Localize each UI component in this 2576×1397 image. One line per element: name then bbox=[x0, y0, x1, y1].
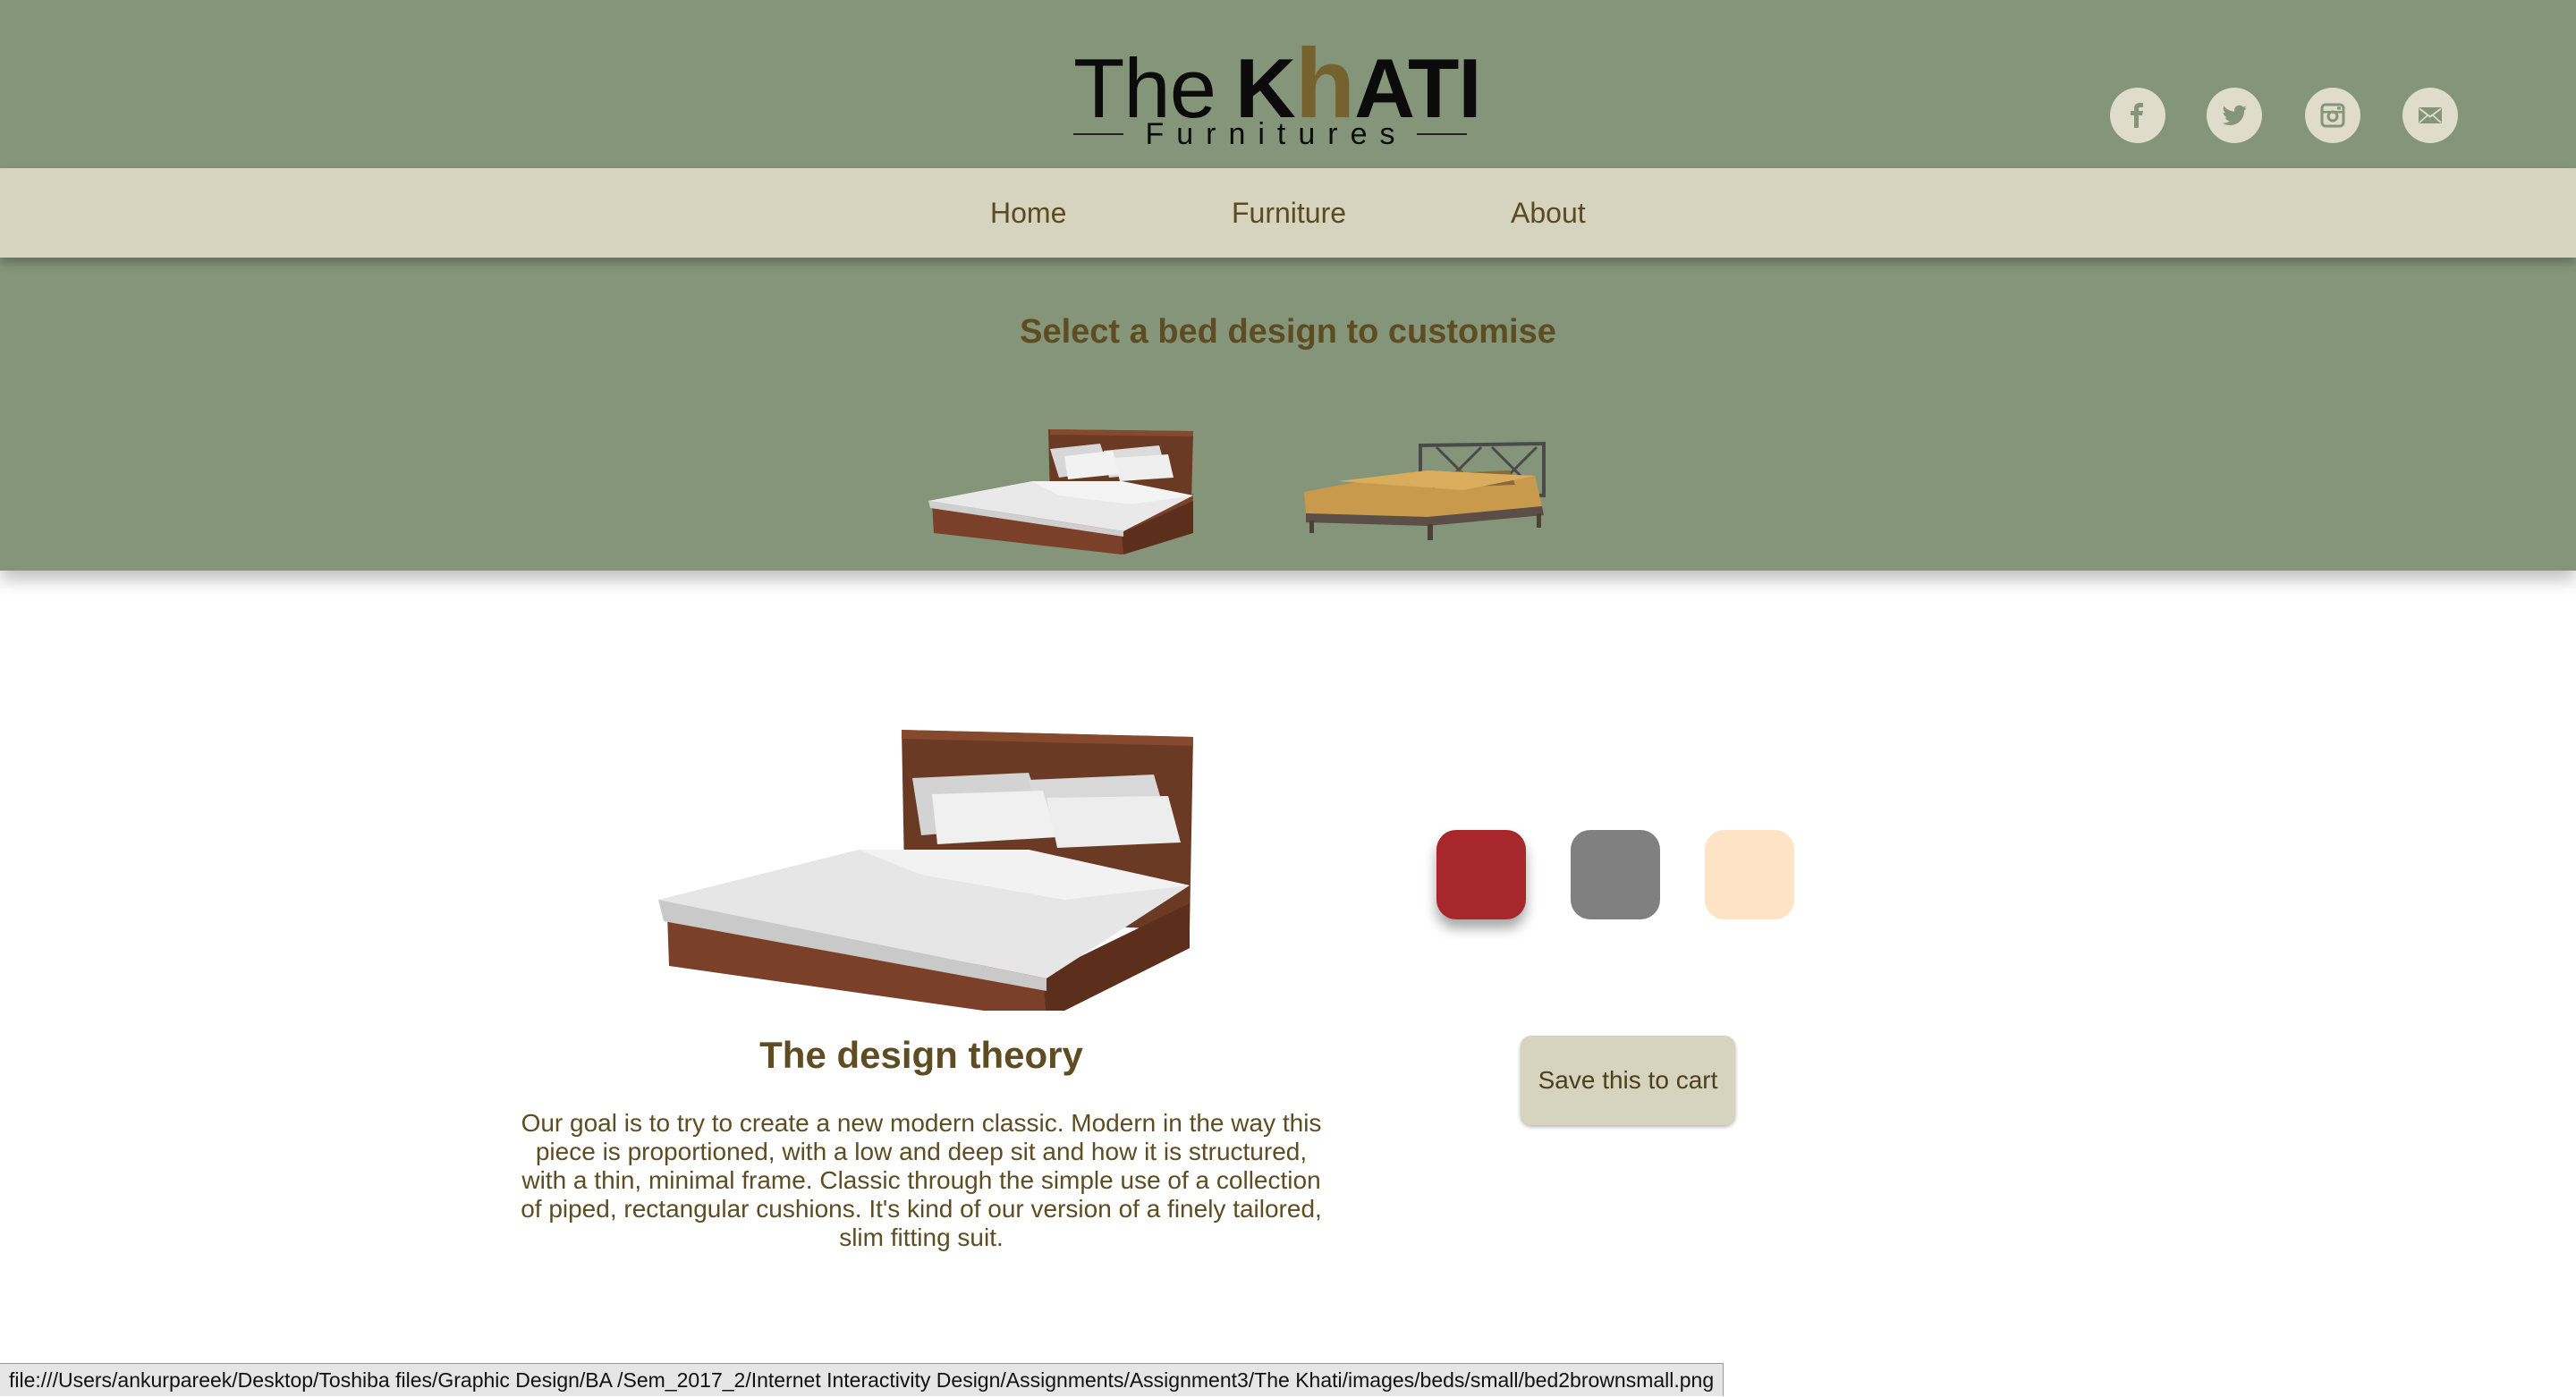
logo-rule-right bbox=[1416, 133, 1467, 135]
bed-thumb-metal[interactable] bbox=[1302, 440, 1547, 540]
mail-link[interactable] bbox=[2402, 88, 2458, 143]
swatch-cream[interactable] bbox=[1705, 830, 1794, 919]
main-nav: Home Furniture About bbox=[0, 168, 2576, 258]
logo-rule-left bbox=[1073, 133, 1124, 135]
logo-subtitle: Furnitures bbox=[1073, 116, 1467, 152]
mail-icon bbox=[2419, 107, 2442, 123]
logo-wordmark: The KhATI bbox=[1073, 35, 1482, 133]
nav-about[interactable]: About bbox=[1511, 168, 1586, 258]
swatch-red[interactable] bbox=[1436, 830, 1526, 919]
bed-selection-band: Select a bed design to customise bbox=[0, 258, 2576, 571]
selected-bed-preview bbox=[658, 730, 1193, 1011]
browser-status-bar: file:///Users/ankurpareek/Desktop/Toshib… bbox=[0, 1363, 1724, 1396]
design-theory-title: The design theory bbox=[759, 1034, 1083, 1076]
logo[interactable]: The KhATI Furnitures bbox=[1073, 9, 1482, 152]
select-title: Select a bed design to customise bbox=[1020, 313, 1556, 351]
instagram-link[interactable] bbox=[2305, 88, 2360, 143]
nav-furniture[interactable]: Furniture bbox=[1232, 168, 1346, 258]
save-to-cart-button[interactable]: Save this to cart bbox=[1521, 1036, 1735, 1125]
instagram-icon bbox=[2320, 103, 2345, 128]
design-theory-text: Our goal is to try to create a new moder… bbox=[521, 1109, 1322, 1251]
nav-home[interactable]: Home bbox=[990, 168, 1066, 258]
site-header: The KhATI Furnitures bbox=[0, 0, 2576, 168]
facebook-link[interactable] bbox=[2110, 88, 2165, 143]
facebook-icon bbox=[2131, 103, 2143, 128]
logo-subtitle-text: Furnitures bbox=[1145, 116, 1408, 151]
bed-thumb-wood[interactable] bbox=[925, 419, 1197, 555]
twitter-link[interactable] bbox=[2207, 88, 2262, 143]
twitter-icon bbox=[2222, 105, 2247, 125]
swatch-grey[interactable] bbox=[1571, 830, 1660, 919]
